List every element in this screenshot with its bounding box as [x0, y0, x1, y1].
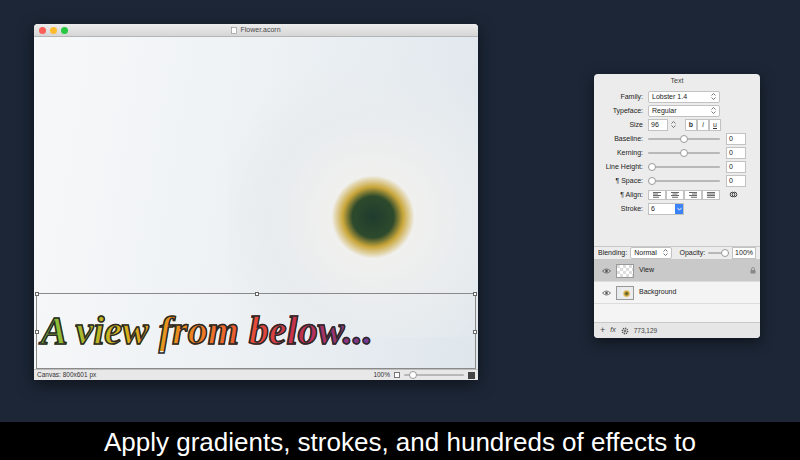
inspector-row: Stroke:6: [594, 202, 760, 216]
field-label: Size: [594, 120, 646, 131]
layer-row[interactable]: View: [594, 260, 760, 282]
lock-icon[interactable]: [750, 267, 756, 274]
eye-icon[interactable]: [602, 290, 611, 296]
zoom-out-button[interactable]: [394, 372, 400, 378]
inspector-panel: TextFamily:Lobster 1.4Typeface:RegularSi…: [594, 74, 760, 338]
panel-title: Text: [594, 74, 760, 88]
size-field[interactable]: 96: [648, 119, 668, 132]
handle[interactable]: [255, 292, 259, 296]
coordinates: 773,129: [634, 326, 658, 336]
blend-row: Blending:NormalOpacity:100%: [594, 246, 760, 261]
zoom-button[interactable]: [61, 27, 68, 34]
align-button[interactable]: [648, 190, 666, 200]
value-field[interactable]: 0: [726, 133, 746, 146]
document-window: Flower.acorn A view from below... Canvas: …: [34, 24, 478, 380]
field-label: ¶ Align:: [594, 190, 646, 201]
field-label: Line Height:: [594, 162, 646, 173]
align-button[interactable]: [666, 190, 684, 200]
align-justify-icon: [707, 192, 715, 198]
zoom-level: 100%: [373, 370, 390, 380]
canvas[interactable]: A view from below...: [34, 37, 478, 369]
close-button[interactable]: [39, 27, 46, 34]
blending-select[interactable]: Normal: [630, 247, 672, 260]
layer-name: Background: [639, 287, 676, 298]
select[interactable]: Lobster 1.4: [648, 91, 720, 104]
field-label: Family:: [594, 92, 646, 103]
photo: [228, 37, 478, 337]
slider[interactable]: [404, 371, 464, 379]
caption: Apply gradients, strokes, and hundreds o…: [104, 429, 696, 455]
stroke-field[interactable]: 6: [648, 203, 684, 216]
field-label: Stroke:: [594, 204, 646, 215]
handle[interactable]: [35, 292, 39, 296]
inspector-row: ¶ Space: 0: [594, 174, 760, 188]
inspector-row: Family:Lobster 1.4: [594, 90, 760, 104]
slider[interactable]: [648, 163, 720, 171]
layer-name: View: [639, 265, 654, 276]
stepper-icon: [663, 249, 668, 256]
slider[interactable]: [648, 177, 720, 185]
canvas-text: A view from below...: [41, 311, 373, 351]
gear-icon[interactable]: [621, 327, 629, 335]
minimize-button[interactable]: [50, 27, 57, 34]
style-button[interactable]: b: [685, 119, 697, 132]
align-button[interactable]: [702, 190, 720, 200]
title-bar: Flower.acorn: [34, 24, 478, 37]
field-label: Baseline:: [594, 134, 646, 145]
inspector-row: Line Height: 0: [594, 160, 760, 174]
slider[interactable]: [648, 149, 720, 157]
layer-list: View Background: [594, 260, 760, 322]
opacity-field[interactable]: 100%: [732, 247, 756, 260]
value-field[interactable]: 0: [726, 147, 746, 160]
panel-toolbar: + fx 773,129: [594, 322, 760, 338]
dropdown-icon: [677, 207, 682, 211]
text-layer[interactable]: A view from below...: [36, 293, 476, 369]
select[interactable]: Regular: [648, 105, 720, 118]
add-layer-button[interactable]: +: [600, 324, 605, 338]
style-button[interactable]: u: [709, 119, 721, 132]
screen: Flower.acorn A view from below... Canvas: …: [0, 0, 800, 460]
desktop: Flower.acorn A view from below... Canvas: …: [0, 0, 800, 422]
eye-icon[interactable]: [602, 268, 611, 274]
inspector-row: ¶ Align:: [594, 188, 760, 202]
align-center-icon: [671, 192, 679, 198]
stepper-icon: [671, 121, 676, 128]
align-button[interactable]: [684, 190, 702, 200]
zoom-in-button[interactable]: [468, 372, 475, 379]
slider[interactable]: [648, 135, 720, 143]
caption-bar: Apply gradients, strokes, and hundreds o…: [0, 422, 800, 460]
field-label: ¶ Space:: [594, 176, 646, 187]
field-label: Kerning:: [594, 148, 646, 159]
canvas-size: Canvas: 800x601 px: [37, 370, 96, 380]
link-icon[interactable]: [729, 190, 738, 199]
effects-button[interactable]: fx: [610, 325, 615, 336]
text-properties: Family:Lobster 1.4Typeface:RegularSize96…: [594, 88, 760, 222]
inspector-row: Typeface:Regular: [594, 104, 760, 118]
layer-thumbnail: [616, 286, 634, 300]
inspector-row: Kerning: 0: [594, 146, 760, 160]
handle[interactable]: [473, 330, 477, 334]
stepper-icon: [711, 93, 716, 100]
handle[interactable]: [473, 292, 477, 296]
window-title: Flower.acorn: [240, 25, 280, 36]
align-right-icon: [689, 192, 697, 198]
value-field[interactable]: 0: [726, 161, 746, 174]
inspector-row: Size96 biu: [594, 118, 760, 132]
field-label: Typeface:: [594, 106, 646, 117]
value-field[interactable]: 0: [726, 175, 746, 188]
layer-thumbnail: [616, 264, 634, 278]
status-bar: Canvas: 800x601 px 100%: [34, 369, 478, 380]
document-icon: [231, 27, 237, 34]
align-left-icon: [653, 192, 661, 198]
stepper-icon: [711, 107, 716, 114]
layer-row[interactable]: Background: [594, 282, 760, 304]
slider[interactable]: [708, 249, 729, 257]
style-button[interactable]: i: [697, 119, 709, 132]
inspector-row: Baseline: 0: [594, 132, 760, 146]
handle[interactable]: [35, 330, 39, 334]
